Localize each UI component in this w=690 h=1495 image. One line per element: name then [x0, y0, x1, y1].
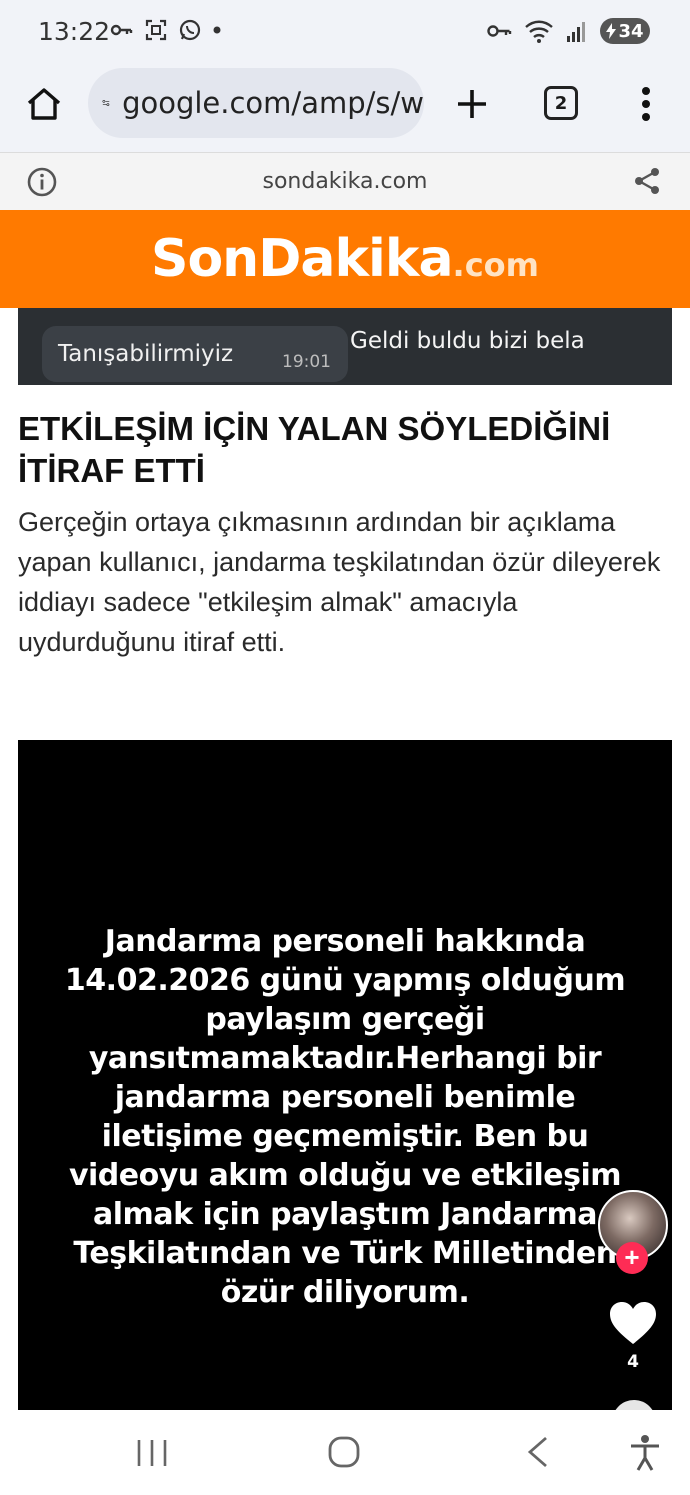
- back-icon[interactable]: [524, 1436, 552, 1468]
- new-tab-button[interactable]: [450, 82, 494, 126]
- wifi-icon: [525, 20, 553, 43]
- vpn-key-icon: [487, 25, 512, 37]
- battery-level: 34: [618, 20, 644, 42]
- battery-icon: 34: [600, 18, 650, 44]
- like-count: 4: [627, 1352, 639, 1372]
- article-headline: ETKİLEŞİM İÇİN YALAN SÖYLEDİĞİNİ İTİRAF …: [18, 410, 611, 489]
- status-time: 13:22: [38, 17, 111, 46]
- site-logo[interactable]: SonDakika .com: [151, 229, 539, 289]
- sent-message-text: Geldi buldu bizi bela: [350, 328, 585, 354]
- recents-icon[interactable]: [132, 1438, 172, 1468]
- video-screenshot-image: Jandarma personeli hakkında 14.02.2026 g…: [18, 740, 672, 1410]
- dot-icon: [213, 26, 221, 34]
- tab-count: 2: [554, 92, 568, 114]
- logo-main: SonDakika: [151, 229, 454, 289]
- url-bar[interactable]: google.com/amp/s/w: [88, 68, 424, 138]
- received-message-time: 19:01: [282, 352, 331, 372]
- system-nav-bar: [0, 1410, 690, 1495]
- heart-icon: [610, 1302, 656, 1344]
- more-vert-icon: [642, 87, 650, 121]
- home-icon: [27, 88, 61, 120]
- home-button[interactable]: [22, 82, 66, 126]
- plus-icon: [458, 90, 486, 118]
- received-message-bubble: Tanışabilirmiyiz 19:01: [42, 326, 348, 382]
- follow-plus-icon: +: [616, 1242, 648, 1274]
- status-icons-right: 34: [486, 18, 650, 44]
- status-bar: 13:22 34: [0, 0, 690, 64]
- video-caption: Jandarma personeli hakkında 14.02.2026 g…: [64, 924, 626, 1310]
- accessibility-icon[interactable]: [628, 1434, 662, 1472]
- browser-toolbar: google.com/amp/s/w 2: [0, 64, 690, 152]
- key-icon: [110, 24, 133, 36]
- screenshot-icon: [145, 19, 167, 41]
- article-paragraph: Gerçeğin ortaya çıkmasının ardından bir …: [18, 507, 661, 657]
- status-icons-left: [110, 18, 222, 42]
- share-icon[interactable]: [632, 166, 662, 196]
- charging-icon: [606, 23, 617, 39]
- amp-domain[interactable]: sondakika.com: [0, 169, 690, 194]
- home-circle-icon[interactable]: [327, 1435, 361, 1469]
- amp-header: sondakika.com: [0, 152, 690, 210]
- site-banner[interactable]: SonDakika .com: [0, 210, 690, 308]
- received-message-text: Tanışabilirmiyiz: [58, 341, 234, 367]
- signal-icon: [567, 22, 585, 42]
- more-menu-button[interactable]: [628, 84, 664, 124]
- site-settings-icon[interactable]: [102, 88, 110, 118]
- comment-icon: [612, 1400, 656, 1410]
- logo-tld: .com: [452, 246, 539, 284]
- whatsapp-icon: [179, 19, 201, 41]
- tab-switcher-button[interactable]: 2: [544, 86, 578, 120]
- chat-screenshot-image: Tanışabilirmiyiz 19:01 Geldi buldu bizi …: [18, 308, 672, 385]
- url-text[interactable]: google.com/amp/s/w: [122, 86, 424, 120]
